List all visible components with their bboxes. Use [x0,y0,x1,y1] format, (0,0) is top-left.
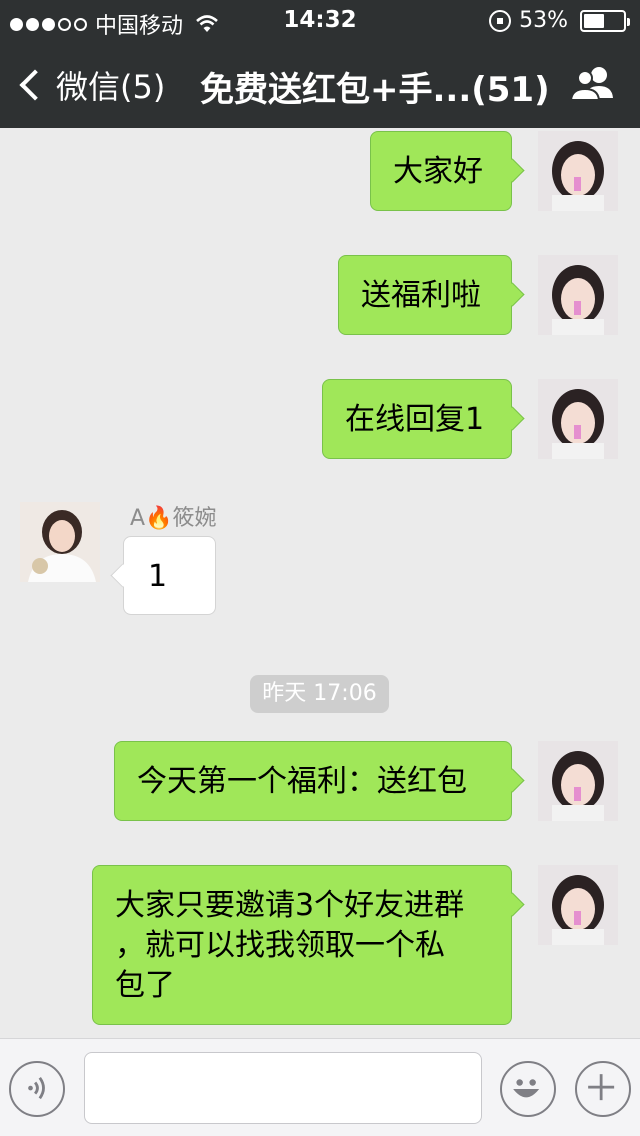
chat-title: 免费送红包+手...(51) [200,70,550,110]
voice-button[interactable] [9,1061,65,1117]
more-button[interactable] [575,1061,631,1117]
plus-icon [588,1074,615,1101]
back-label: 微信(5) [56,68,166,106]
message-text: 大家好 [393,154,483,189]
message-input[interactable] [84,1052,482,1124]
message-text: 1 [148,559,168,594]
battery-icon [580,9,630,32]
rotation-lock-icon [489,9,512,32]
time-divider: 昨天 17:06 [250,675,389,713]
battery-percent: 53% [519,8,568,33]
my-avatar[interactable] [538,865,618,945]
status-right: 53% [489,8,630,33]
message-text-line-1: 大家只要邀请3个好友进群 [115,888,465,923]
back-button[interactable]: 微信(5) [18,62,165,108]
sender-avatar[interactable] [20,502,100,582]
my-message-bubble[interactable]: 大家好 [370,131,512,211]
message-text-line-3: 包了 [115,968,175,1003]
my-message-bubble[interactable]: 今天第一个福利：送红包 [114,741,512,821]
emoji-icon [513,1079,540,1098]
status-bar: 中国移动 14:32 53% [0,0,640,40]
my-message-bubble[interactable]: 大家只要邀请3个好友进群 ，就可以找我领取一个私 包了 [92,865,512,1025]
my-avatar[interactable] [538,255,618,335]
back-chevron-icon [19,69,51,101]
group-members-icon[interactable] [568,64,618,104]
emoji-button[interactable] [500,1061,556,1117]
sender-name: A🔥筱婉 [130,506,217,531]
nav-bar: 微信(5) 免费送红包+手...(51) [0,40,640,128]
message-text-line-2: ，就可以找我领取一个私 [115,928,445,963]
input-bar [0,1038,640,1136]
my-avatar[interactable] [538,379,618,459]
my-avatar[interactable] [538,741,618,821]
top-bar: 中国移动 14:32 53% 微信(5) 免费送红包+手...(51) [0,0,640,128]
message-text: 今天第一个福利：送红包 [137,764,467,799]
message-text: 送福利啦 [361,278,481,313]
their-message-bubble[interactable]: 1 [123,536,216,615]
battery-fill [584,13,604,28]
voice-icon [28,1077,45,1100]
message-text: 在线回复1 [345,402,485,437]
my-message-bubble[interactable]: 在线回复1 [322,379,512,459]
my-message-bubble[interactable]: 送福利啦 [338,255,512,335]
my-avatar[interactable] [538,131,618,211]
